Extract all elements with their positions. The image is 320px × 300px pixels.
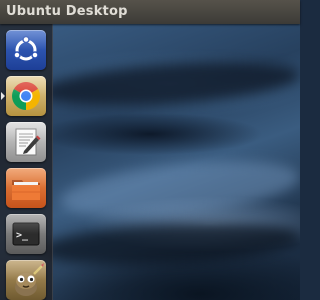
dash-button[interactable] [6,30,46,70]
running-indicator [1,92,5,100]
launcher-item-chrome[interactable] [6,76,46,116]
launcher-item-files[interactable] [6,168,46,208]
window-title: Ubuntu Desktop [6,4,128,19]
top-panel: Ubuntu Desktop [0,0,300,24]
launcher-item-terminal[interactable]: >_ [6,214,46,254]
launcher-item-gimp[interactable] [6,260,46,300]
launcher: >_ [0,24,53,300]
launcher-item-text-editor[interactable] [6,122,46,162]
